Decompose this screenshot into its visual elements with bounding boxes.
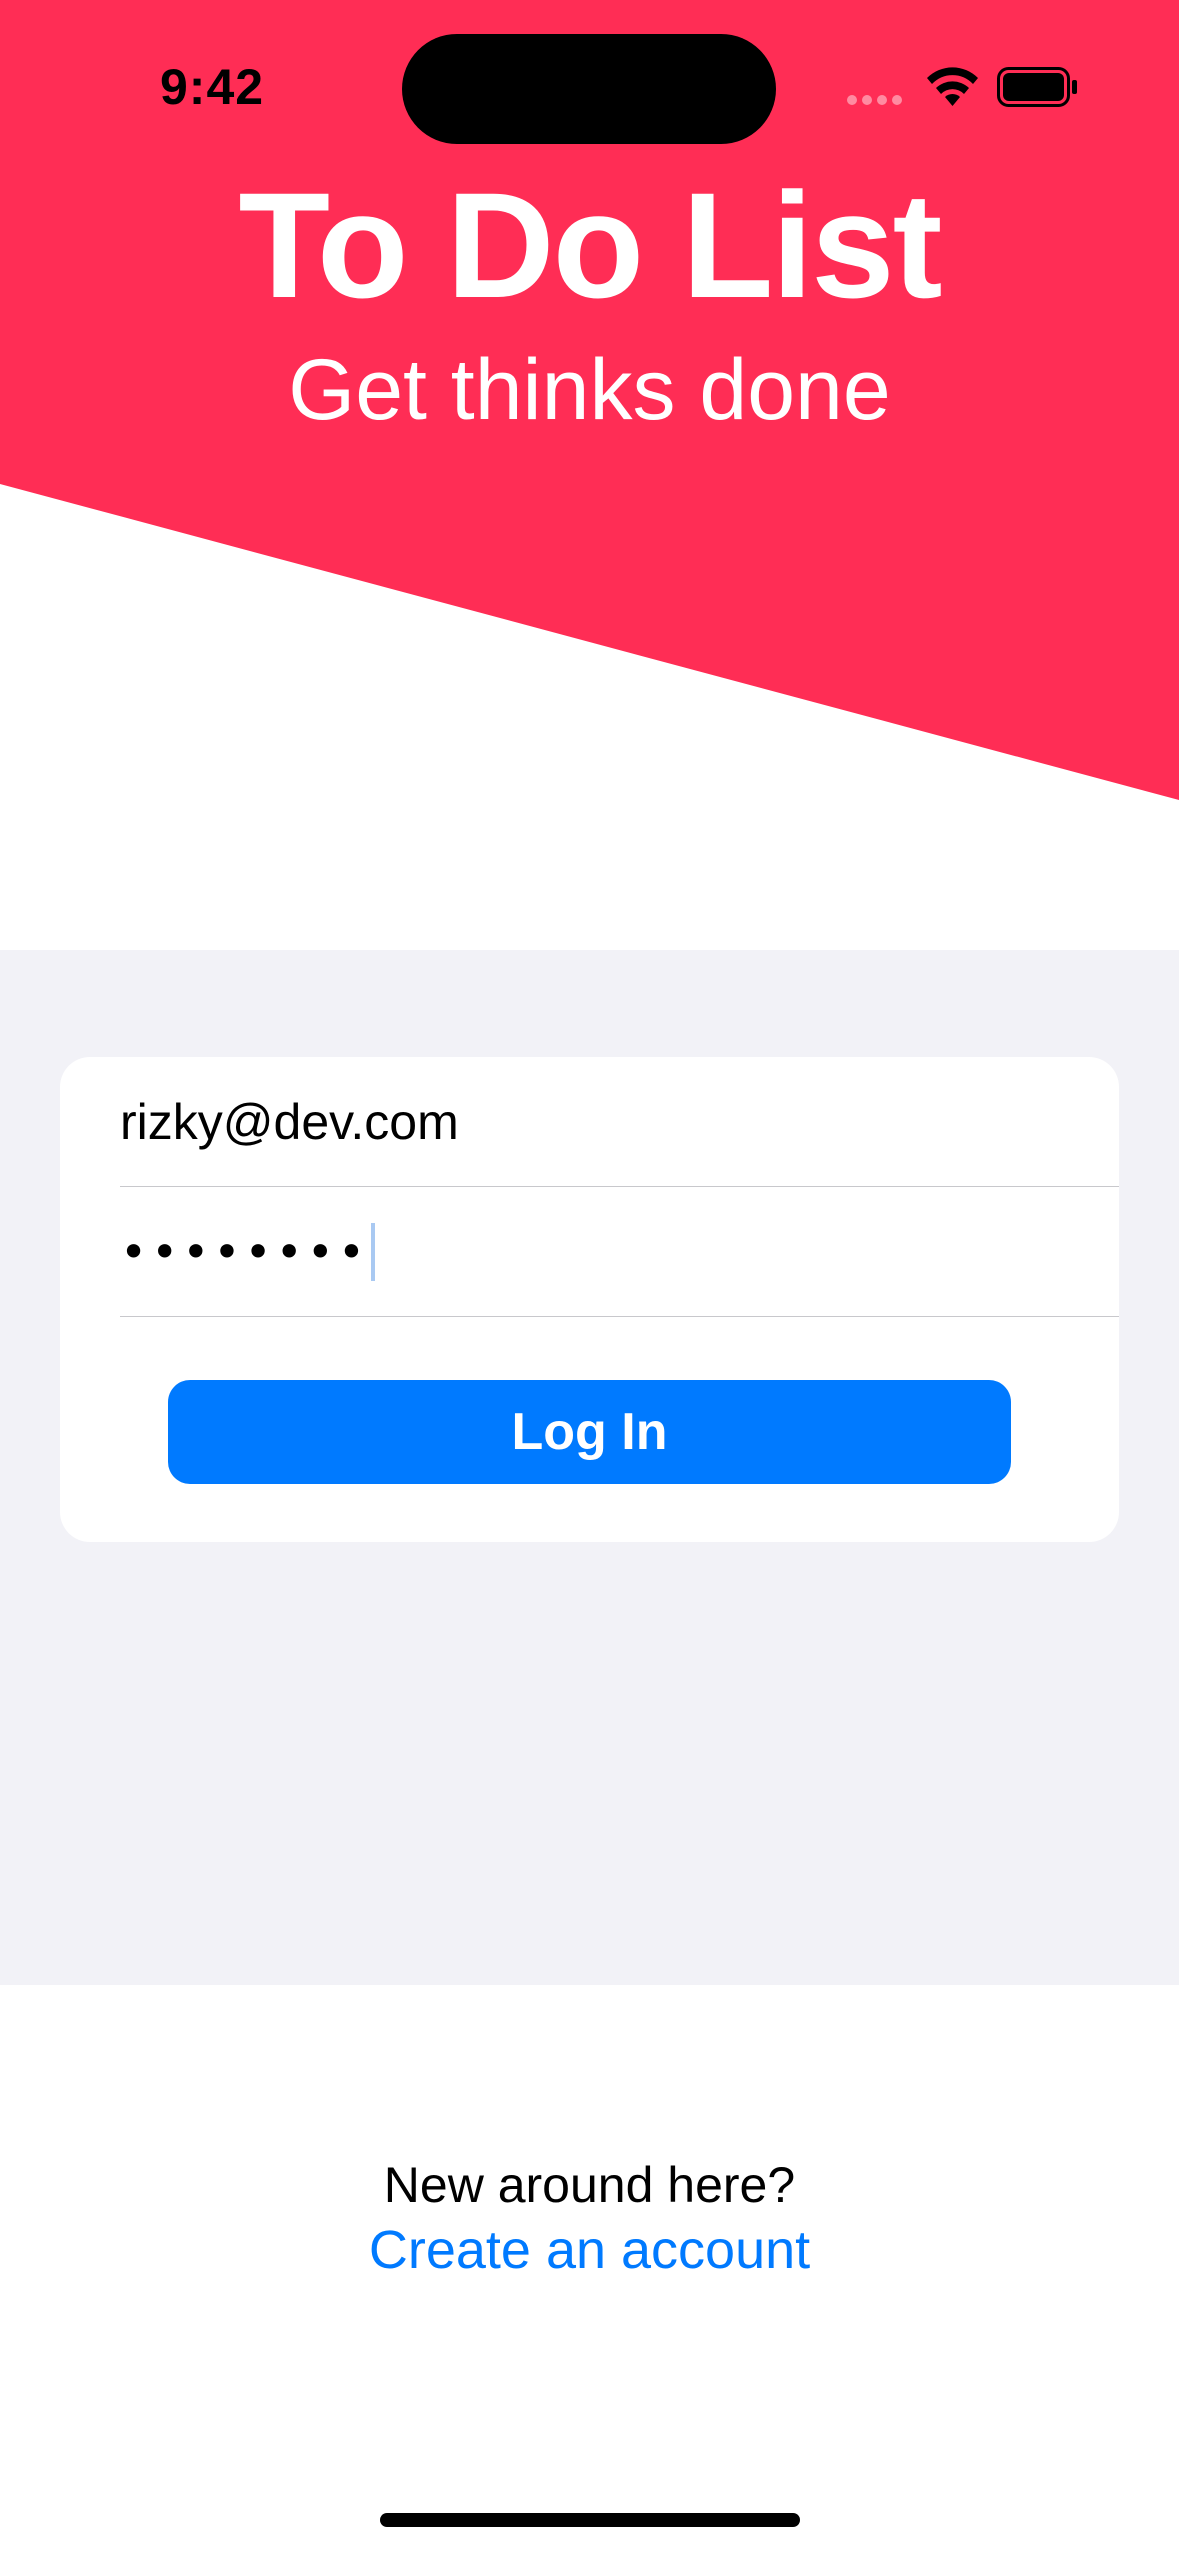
- home-indicator[interactable]: [380, 2513, 800, 2527]
- app-title: To Do List: [238, 161, 942, 329]
- email-field-row: [120, 1057, 1119, 1187]
- wifi-icon: [927, 67, 978, 106]
- password-field[interactable]: ••••••••: [120, 1225, 369, 1279]
- signup-prompt: New around here?: [383, 2157, 796, 2213]
- login-form-section: •••••••• Log In: [0, 950, 1179, 1985]
- login-form-card: •••••••• Log In: [60, 1057, 1119, 1542]
- login-button[interactable]: Log In: [168, 1380, 1011, 1484]
- battery-icon: [997, 67, 1077, 107]
- create-account-link[interactable]: Create an account: [0, 2218, 1179, 2282]
- cellular-signal-icon: [847, 95, 902, 105]
- text-cursor: [371, 1222, 376, 1281]
- password-field-row[interactable]: ••••••••: [120, 1187, 1119, 1317]
- status-bar: 9:42: [0, 0, 1179, 170]
- status-time: 9:42: [160, 59, 265, 115]
- dynamic-island: [402, 34, 776, 144]
- email-field[interactable]: [120, 1092, 1119, 1151]
- app-subtitle: Get thinks done: [288, 342, 891, 438]
